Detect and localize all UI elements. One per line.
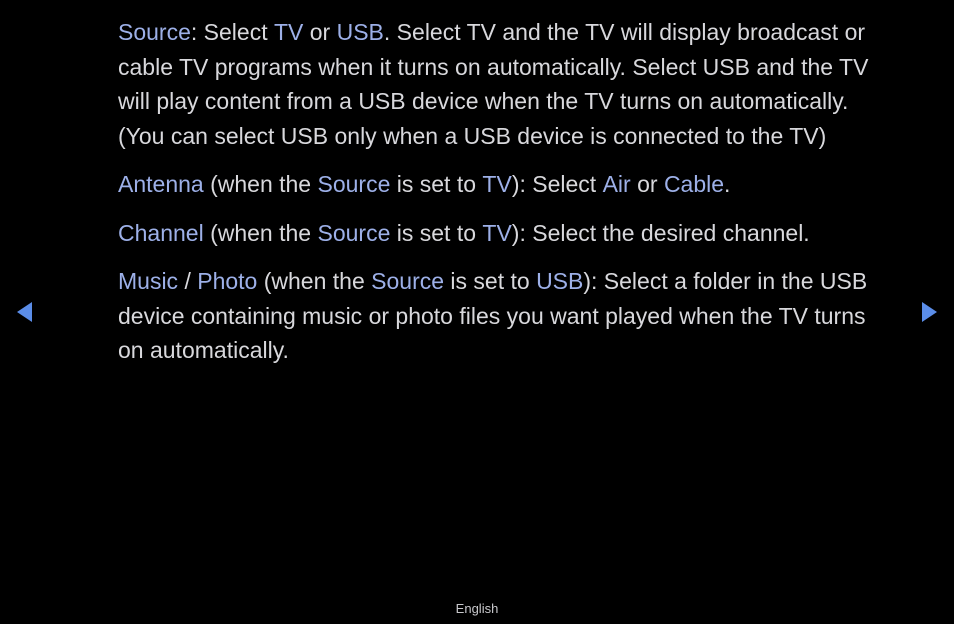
nav-next-button[interactable] xyxy=(920,300,940,324)
term-music: Music xyxy=(118,268,178,294)
text: (when the xyxy=(204,220,318,246)
text: ): Select xyxy=(512,171,603,197)
text: ): Select the desired channel. xyxy=(512,220,810,246)
text: (when the xyxy=(257,268,371,294)
text: (when the xyxy=(204,171,318,197)
term-cable: Cable xyxy=(664,171,724,197)
paragraph-music-photo: Music / Photo (when the Source is set to… xyxy=(118,264,888,368)
text: or xyxy=(631,171,664,197)
term-source: Source xyxy=(318,171,391,197)
nav-prev-button[interactable] xyxy=(14,300,34,324)
text: : Select xyxy=(191,19,274,45)
term-tv: TV xyxy=(482,171,511,197)
paragraph-antenna: Antenna (when the Source is set to TV): … xyxy=(118,167,888,202)
triangle-left-icon xyxy=(14,300,34,324)
term-tv: TV xyxy=(274,19,303,45)
paragraph-channel: Channel (when the Source is set to TV): … xyxy=(118,216,888,251)
term-source: Source xyxy=(371,268,444,294)
text: . xyxy=(724,171,730,197)
help-content: Source: Select TV or USB. Select TV and … xyxy=(118,15,888,382)
text: is set to xyxy=(390,171,482,197)
paragraph-source: Source: Select TV or USB. Select TV and … xyxy=(118,15,888,153)
term-photo: Photo xyxy=(197,268,257,294)
term-source: Source xyxy=(118,19,191,45)
term-antenna: Antenna xyxy=(118,171,204,197)
term-air: Air xyxy=(603,171,631,197)
footer-language: English xyxy=(0,601,954,616)
text: is set to xyxy=(390,220,482,246)
term-usb: USB xyxy=(337,19,384,45)
term-source: Source xyxy=(317,220,390,246)
text: or xyxy=(303,19,336,45)
text: / xyxy=(178,268,197,294)
term-tv: TV xyxy=(482,220,511,246)
term-channel: Channel xyxy=(118,220,204,246)
triangle-right-icon xyxy=(920,300,940,324)
text: is set to xyxy=(444,268,536,294)
term-usb: USB xyxy=(536,268,583,294)
